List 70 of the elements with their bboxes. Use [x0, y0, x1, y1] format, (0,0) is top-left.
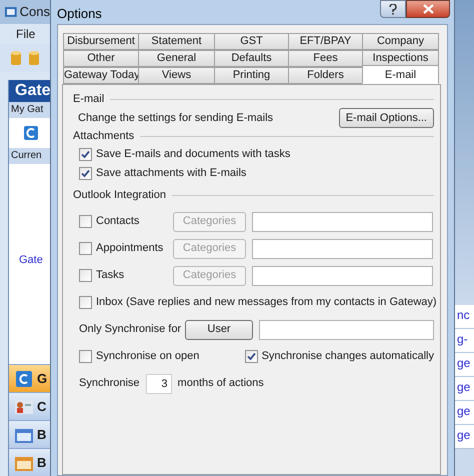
- description-text: Change the settings for sending E-mails: [78, 110, 274, 126]
- nav-button[interactable]: B: [9, 448, 50, 476]
- help-button[interactable]: [380, 0, 406, 18]
- app-logo-icon: [15, 370, 33, 388]
- calendar-icon: [15, 426, 33, 442]
- checkbox[interactable]: [79, 148, 92, 161]
- database-icon[interactable]: [28, 50, 40, 66]
- nav-button[interactable]: B: [9, 420, 50, 448]
- checkbox[interactable]: [79, 296, 92, 309]
- text-field[interactable]: [258, 320, 434, 340]
- checkbox-label: Contacts: [96, 214, 140, 230]
- tab[interactable]: General: [138, 50, 215, 67]
- section-heading: Attachments: [73, 129, 134, 144]
- window-title: Cons: [20, 3, 50, 22]
- tab[interactable]: Folders: [288, 67, 363, 84]
- tab[interactable]: Printing: [214, 67, 289, 84]
- checkbox-label: Synchronise on open: [96, 349, 200, 364]
- tab[interactable]: Defaults: [214, 50, 289, 67]
- field-label: Synchronise: [79, 376, 140, 392]
- tab[interactable]: EFT/BPAY: [288, 33, 363, 50]
- checkbox-label: Save attachments with E-mails: [96, 166, 246, 182]
- tab[interactable]: Gateway Today: [63, 67, 139, 84]
- section-header: My Gat: [9, 102, 50, 118]
- tab[interactable]: GST: [214, 33, 289, 50]
- list-text: ge: [455, 353, 474, 377]
- text-field[interactable]: [252, 238, 433, 258]
- text-field[interactable]: [252, 212, 433, 232]
- dialog-title: Options: [57, 5, 102, 23]
- contact-card-icon: [15, 400, 33, 414]
- checkbox-label: Save E-mails and documents with tasks: [96, 147, 290, 162]
- calendar-icon: [15, 454, 33, 470]
- tab[interactable]: Fees: [288, 50, 363, 67]
- tab[interactable]: Other: [63, 50, 139, 67]
- checkbox[interactable]: [244, 350, 258, 363]
- checkbox[interactable]: [79, 167, 92, 180]
- tab[interactable]: Views: [138, 67, 215, 84]
- months-field[interactable]: 3: [146, 374, 172, 394]
- checkbox-label: Appointments: [96, 241, 164, 256]
- tab[interactable]: Company: [362, 33, 439, 50]
- options-button[interactable]: E-mail Options...: [338, 108, 434, 128]
- checkbox-label: Tasks: [96, 268, 124, 284]
- app-logo-icon[interactable]: [23, 125, 39, 141]
- nav-button[interactable]: G: [9, 364, 50, 392]
- checkbox-label: Inbox (Save replies and new messages from my contacts in Gateway): [96, 295, 437, 310]
- list-text: g-: [455, 329, 474, 353]
- tab[interactable]: E-mail: [362, 65, 439, 84]
- checkbox-label: Synchronise changes automatically: [262, 349, 434, 364]
- list-text: nc: [455, 305, 474, 329]
- panel-header: Gate: [9, 80, 50, 102]
- tab[interactable]: Disbursement: [63, 33, 139, 50]
- section-header: Curren: [9, 148, 50, 164]
- link[interactable]: Gate: [9, 252, 50, 268]
- database-icon[interactable]: [10, 50, 22, 66]
- list-text: ge: [455, 377, 474, 401]
- tab[interactable]: Statement: [138, 33, 215, 50]
- help-icon: [389, 4, 397, 14]
- menu-item[interactable]: File: [16, 25, 36, 43]
- app-icon: [4, 5, 18, 19]
- close-icon: [422, 4, 434, 14]
- section-heading: E-mail: [73, 92, 104, 108]
- field-label: Only Synchronise for: [79, 322, 182, 338]
- nav-button[interactable]: C: [9, 392, 50, 420]
- user-button[interactable]: User: [185, 320, 253, 340]
- checkbox[interactable]: [79, 350, 92, 363]
- list-text: ge: [455, 401, 474, 425]
- field-label: months of actions: [178, 376, 264, 392]
- list-text: ge: [455, 425, 474, 449]
- close-button[interactable]: [406, 0, 450, 18]
- section-heading: Outlook Integration: [73, 188, 166, 204]
- text-field[interactable]: [252, 266, 433, 286]
